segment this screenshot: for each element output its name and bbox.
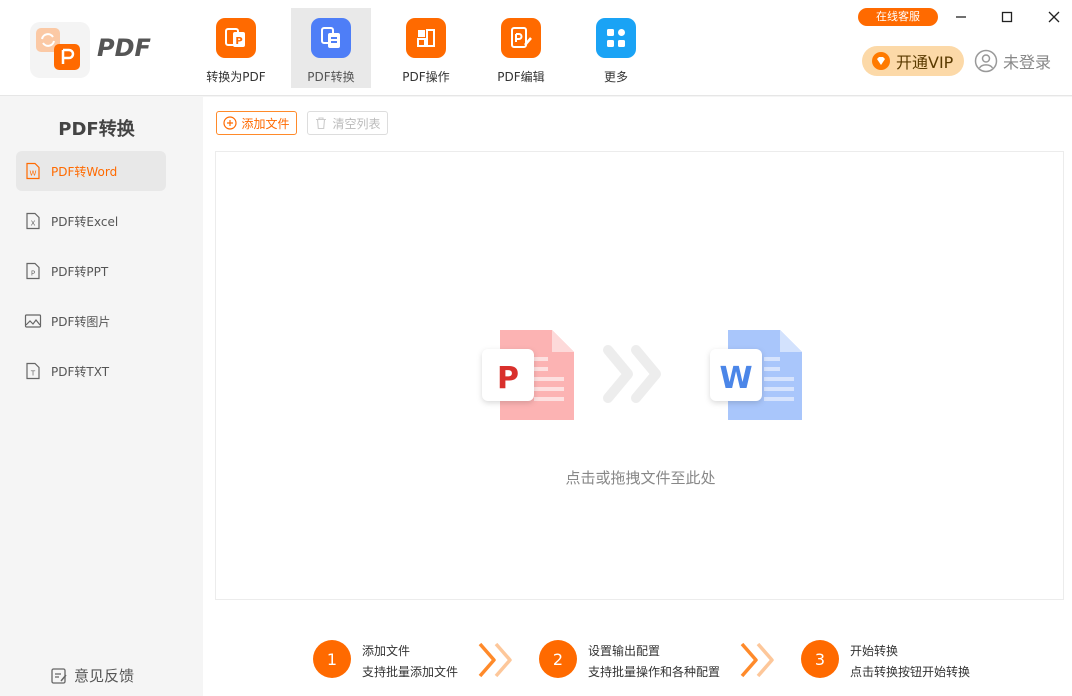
feedback-label: 意见反馈 bbox=[74, 667, 135, 685]
step-desc: 点击转换按钮开始转换 bbox=[850, 665, 971, 679]
vip-label: 开通VIP bbox=[896, 53, 954, 72]
svg-text:X: X bbox=[31, 220, 36, 228]
add-file-label: 添加文件 bbox=[241, 116, 290, 131]
nav-more[interactable]: 更多 bbox=[576, 8, 656, 88]
pdf-letter: P bbox=[497, 361, 519, 396]
diamond-icon bbox=[872, 52, 890, 70]
nav-pdf-convert[interactable]: PDF转换 bbox=[291, 8, 371, 88]
clear-list-label: 清空列表 bbox=[332, 116, 381, 131]
sidebar-item-pdf-to-txt[interactable]: T PDF转TXT bbox=[16, 351, 166, 391]
nav-convert-to-pdf[interactable]: P 转换为PDF bbox=[196, 8, 276, 88]
online-service-button[interactable]: 在线客服 bbox=[858, 8, 938, 26]
sidebar-item-label: PDF转图片 bbox=[51, 314, 111, 329]
sidebar-item-label: PDF转Excel bbox=[51, 214, 119, 229]
step-title: 设置输出配置 bbox=[588, 644, 661, 658]
excel-file-icon: X bbox=[26, 212, 40, 230]
sidebar-title: PDF转换 bbox=[58, 119, 135, 140]
pdf-edit-icon bbox=[501, 18, 541, 58]
nav-label: PDF操作 bbox=[402, 70, 450, 84]
open-vip-button[interactable]: 开通VIP bbox=[862, 46, 964, 76]
image-icon bbox=[24, 314, 42, 328]
pdf-convert-icon bbox=[311, 18, 351, 58]
svg-text:P: P bbox=[31, 270, 35, 278]
word-letter: W bbox=[719, 361, 752, 396]
add-file-button[interactable]: 添加文件 bbox=[216, 111, 297, 135]
nav-label: PDF编辑 bbox=[497, 70, 545, 84]
nav-pdf-edit[interactable]: PDF编辑 bbox=[481, 8, 561, 88]
txt-file-icon: T bbox=[26, 362, 40, 380]
step-title: 添加文件 bbox=[362, 644, 411, 658]
feedback-edit-icon bbox=[51, 667, 67, 684]
nav-label: 转换为PDF bbox=[206, 70, 266, 84]
steps-guide: 1 添加文件 支持批量添加文件 2 设置输出配置 支持批量操作和各种配置 3 开… bbox=[203, 637, 1072, 687]
plus-circle-icon bbox=[223, 116, 238, 130]
sidebar-item-pdf-to-excel[interactable]: X PDF转Excel bbox=[16, 201, 166, 241]
maximize-icon[interactable] bbox=[992, 6, 1022, 28]
sidebar-item-label: PDF转PPT bbox=[51, 264, 109, 279]
sidebar: PDF转换 W PDF转Word X PDF转Excel P PDF转PPT P… bbox=[0, 97, 193, 696]
svg-text:W: W bbox=[30, 170, 37, 178]
login-button[interactable]: 未登录 bbox=[974, 48, 1051, 74]
sidebar-item-pdf-to-ppt[interactable]: P PDF转PPT bbox=[16, 251, 166, 291]
step-title: 开始转换 bbox=[850, 644, 899, 658]
step-number: 1 bbox=[313, 640, 351, 678]
ppt-file-icon: P bbox=[26, 262, 40, 280]
svg-text:P: P bbox=[235, 36, 242, 47]
svg-text:T: T bbox=[30, 370, 36, 378]
close-icon[interactable] bbox=[1039, 6, 1069, 28]
file-drop-zone[interactable]: P W 点击或拖拽文件至此处 bbox=[215, 151, 1064, 600]
convert-to-pdf-icon: P bbox=[216, 18, 256, 58]
more-grid-icon bbox=[596, 18, 636, 58]
conversion-illustration: P W bbox=[482, 330, 802, 420]
sidebar-item-label: PDF转TXT bbox=[51, 364, 110, 379]
step-desc: 支持批量操作和各种配置 bbox=[588, 665, 721, 679]
minimize-icon[interactable] bbox=[946, 6, 976, 28]
clear-list-button[interactable]: 清空列表 bbox=[307, 111, 388, 135]
trash-icon bbox=[316, 117, 327, 130]
pdf-operate-icon bbox=[406, 18, 446, 58]
title-bar: PDF P 转换为PDF PDF转换 PDF操作 PDF编辑 更多 在线客服 开… bbox=[0, 0, 1072, 96]
nav-label: 更多 bbox=[603, 70, 628, 84]
login-label: 未登录 bbox=[1003, 53, 1052, 72]
step-number: 2 bbox=[539, 640, 577, 678]
word-file-icon: W bbox=[26, 162, 40, 180]
sidebar-item-pdf-to-word[interactable]: W PDF转Word bbox=[16, 151, 166, 191]
double-arrow-icon bbox=[603, 345, 661, 403]
step-arrow-icon bbox=[478, 642, 512, 678]
feedback-button[interactable]: 意见反馈 bbox=[50, 665, 134, 686]
app-logo-text: PDF bbox=[97, 34, 151, 62]
sidebar-item-pdf-to-image[interactable]: PDF转图片 bbox=[16, 301, 166, 341]
main-panel: 添加文件 清空列表 P W 点击或拖拽文件至此处 1 添加文件 支持批量添加文件… bbox=[203, 97, 1072, 696]
step-desc: 支持批量添加文件 bbox=[362, 665, 459, 679]
nav-pdf-operate[interactable]: PDF操作 bbox=[386, 8, 466, 88]
app-logo-icon bbox=[30, 22, 90, 78]
step-number: 3 bbox=[801, 640, 839, 678]
user-avatar-icon bbox=[974, 49, 998, 73]
drop-hint-text: 点击或拖拽文件至此处 bbox=[565, 469, 716, 487]
sidebar-item-label: PDF转Word bbox=[51, 164, 118, 179]
step-arrow-icon bbox=[740, 642, 774, 678]
nav-label: PDF转换 bbox=[307, 70, 355, 84]
pdf-document-icon bbox=[482, 330, 574, 420]
